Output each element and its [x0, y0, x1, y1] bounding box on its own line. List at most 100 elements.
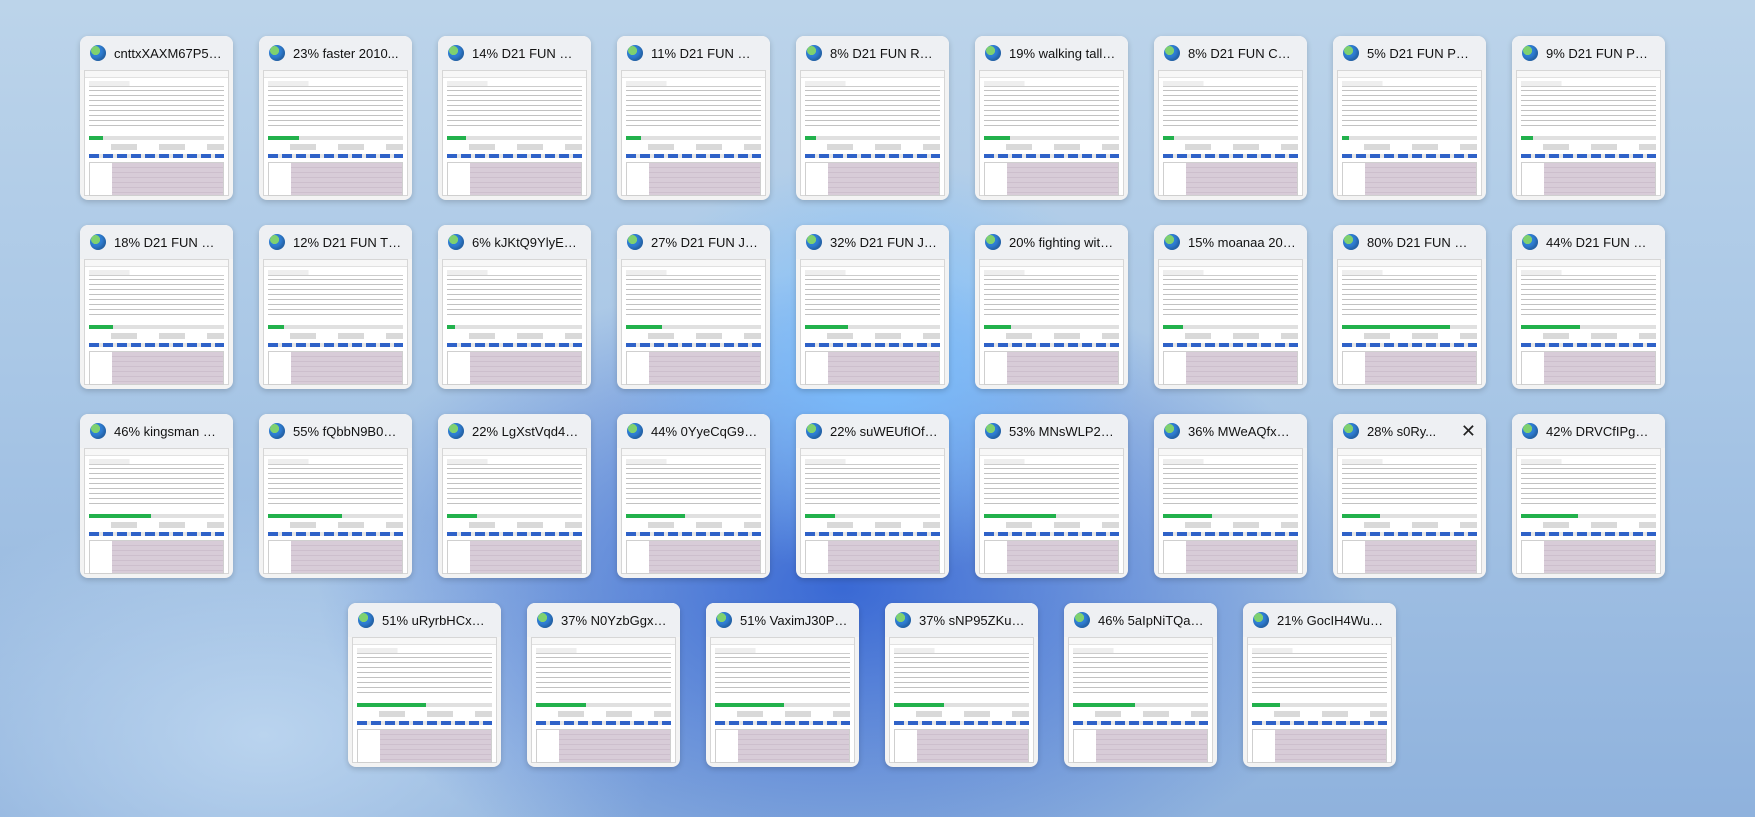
download-globe-icon: [806, 45, 822, 61]
preview-status-lines: [1342, 90, 1477, 130]
preview-connections-table: [89, 351, 224, 385]
window-thumbnail[interactable]: 20% fighting with...: [975, 225, 1128, 389]
window-thumbnail[interactable]: 6% kJKtQ9YlyEnv...: [438, 225, 591, 389]
window-header: 23% faster 2010...: [259, 36, 412, 70]
window-header: 53% MNsWLP2yh...: [975, 414, 1128, 448]
preview-buttons: [89, 144, 224, 150]
window-preview: [621, 259, 766, 385]
window-thumbnail[interactable]: 11% D21 FUN Gam...: [617, 36, 770, 200]
download-progress-fill: [626, 514, 686, 518]
preview-status-lines: [1073, 657, 1208, 697]
window-thumbnail[interactable]: 27% D21 FUN Jum...: [617, 225, 770, 389]
preview-connections-table: [268, 351, 403, 385]
window-preview: [442, 448, 587, 574]
window-title: 23% faster 2010...: [293, 45, 399, 61]
preview-title-bar: [980, 71, 1123, 78]
download-progress-fill: [447, 325, 456, 329]
window-thumbnail[interactable]: 14% D21 FUN San...: [438, 36, 591, 200]
window-header: 36% MWeAQfxGI...: [1154, 414, 1307, 448]
window-thumbnail[interactable]: 5% D21 FUN Pain...: [1333, 36, 1486, 200]
download-progress-bar: [1252, 703, 1387, 707]
download-globe-icon: [1074, 612, 1090, 628]
download-progress-bar: [268, 325, 403, 329]
preview-title-bar: [890, 638, 1033, 645]
window-thumbnail[interactable]: cnttxXAXM67P55...: [80, 36, 233, 200]
preview-connections-table: [805, 351, 940, 385]
window-thumbnail[interactable]: 51% uRyrbHCxpse...: [348, 603, 501, 767]
preview-connections-table: [984, 351, 1119, 385]
window-title: 46% kingsman go...: [114, 423, 223, 439]
window-thumbnail[interactable]: 46% kingsman go...: [80, 414, 233, 578]
window-header: 44% D21 FUN Kee...: [1512, 225, 1665, 259]
preview-tabs: [268, 81, 403, 87]
download-progress-bar: [1163, 136, 1298, 140]
window-preview: [800, 259, 945, 385]
window-header: 51% uRyrbHCxpse...: [348, 603, 501, 637]
window-thumbnail[interactable]: 55% fQbbN9B0pq...: [259, 414, 412, 578]
window-header: 21% GocIH4Wuw5...: [1243, 603, 1396, 637]
download-progress-bar: [447, 136, 582, 140]
window-thumbnail[interactable]: 22% LgXstVqd46a...: [438, 414, 591, 578]
download-globe-icon: [269, 234, 285, 250]
window-thumbnail[interactable]: 37% sNP95ZKuG...: [885, 603, 1038, 767]
window-thumbnail[interactable]: 46% 5aIpNiTQabv...: [1064, 603, 1217, 767]
download-progress-bar: [715, 703, 850, 707]
window-thumbnail[interactable]: 28% s0Ry... ✕: [1333, 414, 1486, 578]
preview-tabs: [89, 459, 224, 465]
window-thumbnail[interactable]: 44% 0YyeCqG9rn...: [617, 414, 770, 578]
window-preview: [1158, 70, 1303, 196]
window-thumbnail[interactable]: 80% D21 FUN Hac...: [1333, 225, 1486, 389]
window-title: 5% D21 FUN Pain...: [1367, 45, 1476, 61]
window-title: 37% sNP95ZKuG...: [919, 612, 1028, 628]
window-header: 37% N0YzbGgxQ...: [527, 603, 680, 637]
window-thumbnail[interactable]: 32% D21 FUN Jum...: [796, 225, 949, 389]
preview-title-bar: [980, 449, 1123, 456]
preview-tabs: [626, 81, 761, 87]
window-preview: [1247, 637, 1392, 763]
preview-connections-table: [1521, 162, 1656, 196]
window-thumbnail[interactable]: 18% D21 FUN Snit...: [80, 225, 233, 389]
window-header: 37% sNP95ZKuG...: [885, 603, 1038, 637]
window-thumbnail[interactable]: 36% MWeAQfxGI...: [1154, 414, 1307, 578]
preview-tabs: [447, 81, 582, 87]
preview-connections-table: [1342, 351, 1477, 385]
window-thumbnail[interactable]: 21% GocIH4Wuw5...: [1243, 603, 1396, 767]
window-title: 8% D21 FUN Ram...: [830, 45, 939, 61]
download-globe-icon: [1343, 45, 1359, 61]
download-progress-fill: [1342, 325, 1450, 329]
close-icon[interactable]: ✕: [1461, 422, 1476, 440]
window-thumbnail[interactable]: 42% DRVCfIPguB...: [1512, 414, 1665, 578]
preview-title-bar: [264, 449, 407, 456]
download-globe-icon: [1164, 234, 1180, 250]
window-thumbnail[interactable]: 19% walking tall 2...: [975, 36, 1128, 200]
window-title: 19% walking tall 2...: [1009, 45, 1118, 61]
window-preview: [1158, 448, 1303, 574]
preview-tabs: [89, 81, 224, 87]
window-thumbnail[interactable]: 51% VaximJ30Pnal...: [706, 603, 859, 767]
window-thumbnail[interactable]: 8% D21 FUN Cent...: [1154, 36, 1307, 200]
preview-connection-segments: [89, 532, 224, 536]
preview-connection-segments: [1342, 154, 1477, 158]
download-progress-bar: [1521, 136, 1656, 140]
preview-buttons: [626, 144, 761, 150]
download-progress-fill: [1073, 703, 1136, 707]
window-thumbnail[interactable]: 12% D21 FUN The...: [259, 225, 412, 389]
download-globe-icon: [1343, 423, 1359, 439]
window-thumbnail[interactable]: 53% MNsWLP2yh...: [975, 414, 1128, 578]
download-progress-bar: [89, 136, 224, 140]
preview-connections-table: [894, 729, 1029, 763]
download-globe-icon: [1253, 612, 1269, 628]
window-thumbnail[interactable]: 15% moanaa 2016...: [1154, 225, 1307, 389]
window-header: 55% fQbbN9B0pq...: [259, 414, 412, 448]
window-thumbnail[interactable]: 8% D21 FUN Ram...: [796, 36, 949, 200]
preview-connection-segments: [447, 532, 582, 536]
window-thumbnail[interactable]: 37% N0YzbGgxQ...: [527, 603, 680, 767]
window-title: 11% D21 FUN Gam...: [651, 45, 760, 61]
preview-connection-segments: [984, 532, 1119, 536]
preview-connections-table: [1163, 540, 1298, 574]
window-thumbnail[interactable]: 44% D21 FUN Kee...: [1512, 225, 1665, 389]
window-thumbnail[interactable]: 23% faster 2010...: [259, 36, 412, 200]
window-preview: [621, 448, 766, 574]
window-thumbnail[interactable]: 9% D21 FUN Pain...: [1512, 36, 1665, 200]
window-thumbnail[interactable]: 22% suWEUfIOfW...: [796, 414, 949, 578]
